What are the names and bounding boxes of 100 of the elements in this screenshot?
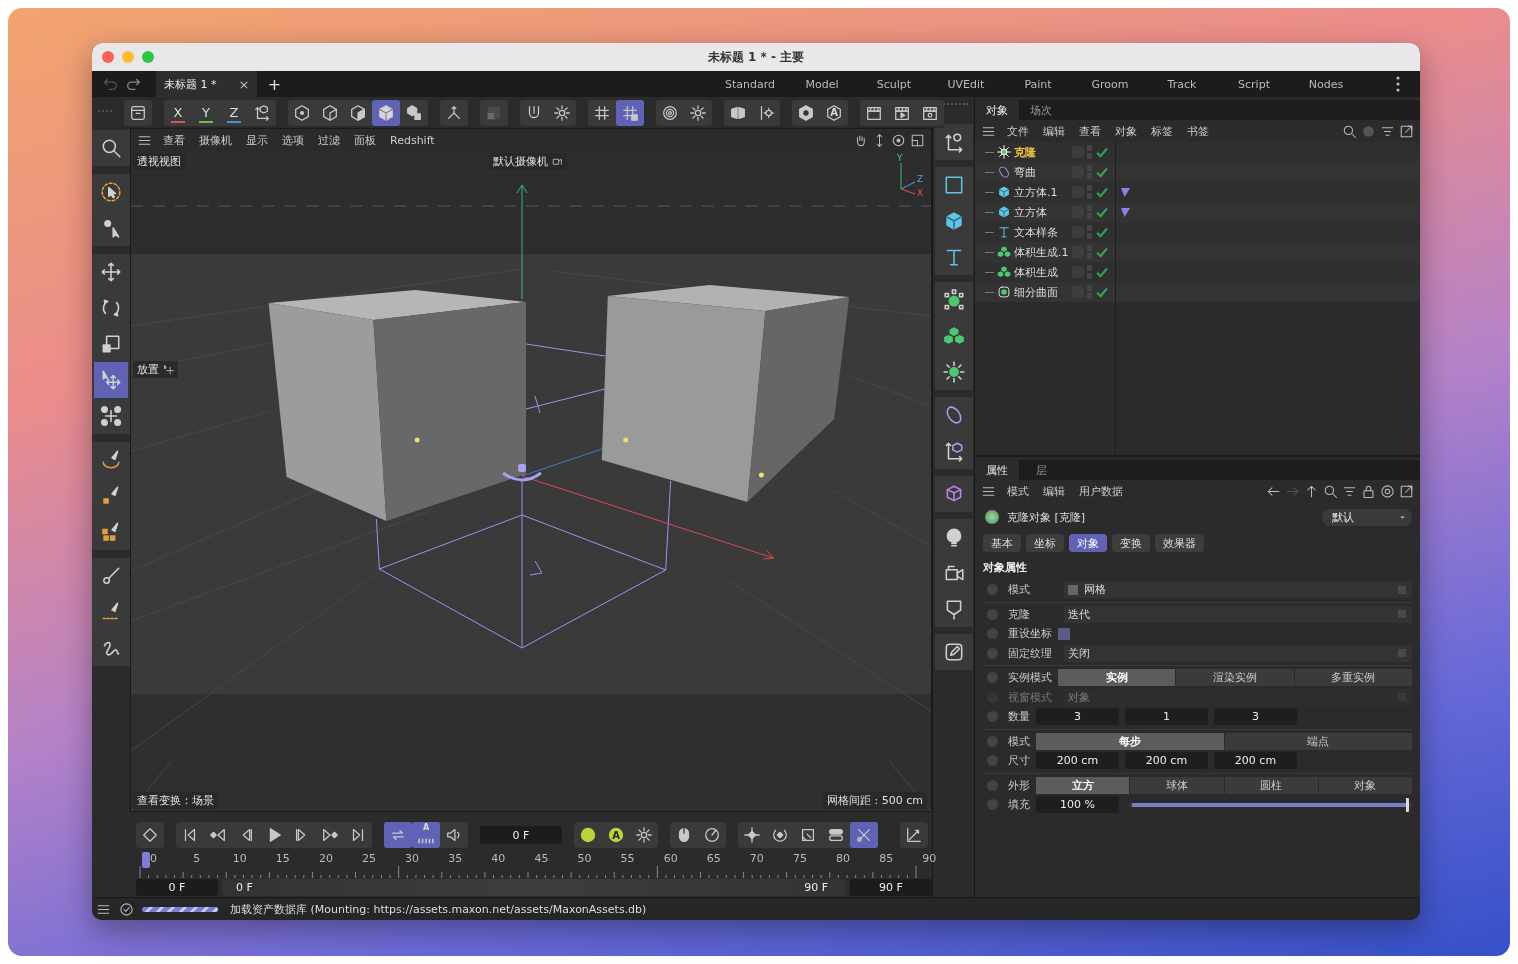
viewport-menu-item[interactable]: 过滤 [315, 132, 343, 148]
panel-tab[interactable]: 场次 [1019, 100, 1063, 120]
number-field[interactable]: 200 cm [1214, 752, 1297, 770]
segment-option[interactable]: 圆柱 [1224, 776, 1318, 794]
number-field[interactable]: 3 [1036, 708, 1119, 726]
property-label: 重设坐标 [1008, 626, 1052, 642]
segment-option[interactable]: 每步 [1036, 732, 1224, 750]
camera-name[interactable]: 默认摄像机 [493, 154, 548, 169]
object-menu-item[interactable]: 编辑 [1040, 123, 1068, 139]
segment-option[interactable]: 渲染实例 [1176, 669, 1294, 687]
attribute-page-tab[interactable]: 变换 [1112, 534, 1150, 552]
object-menu-item[interactable]: 标签 [1148, 123, 1176, 139]
property-label: 尺寸 [1008, 753, 1030, 769]
object-menu-item[interactable]: 书签 [1184, 123, 1212, 139]
number-field[interactable]: 3 [1214, 708, 1297, 726]
section-title: 对象属性 [983, 560, 1028, 576]
preset-dropdown[interactable]: 默认 [1322, 508, 1412, 526]
ruler-label: 60 [663, 852, 678, 865]
viewport-menu-item[interactable]: 查看 [160, 132, 188, 148]
ruler-label: 90 [922, 852, 937, 865]
attribute-page-tab[interactable]: 基本 [983, 534, 1021, 552]
segment-option[interactable]: 多重实例 [1294, 669, 1412, 687]
property-label: 固定纹理 [1008, 645, 1053, 661]
axis-letter-button[interactable]: Z [220, 99, 248, 126]
ruler-label: 50 [577, 852, 592, 865]
document-tab[interactable]: 未标题 1 * × [156, 71, 258, 97]
object-name[interactable]: 体积生成 [1014, 264, 1069, 280]
property-dropdown[interactable]: 网格 [1064, 581, 1412, 599]
current-frame-field[interactable]: 0 F [480, 826, 562, 844]
camera-label[interactable]: 默认摄像机 [489, 153, 567, 170]
attribute-menu-item[interactable]: 模式 [1004, 483, 1032, 499]
range-start-label: 0 F [236, 880, 253, 894]
property-label: 模式 [1008, 733, 1030, 749]
view-name-label: 透视视图 [133, 153, 185, 170]
close-tab-button[interactable]: × [238, 76, 250, 92]
panel-tab[interactable]: 层 [1019, 460, 1063, 480]
property-dropdown[interactable]: 关闭 [1064, 644, 1412, 662]
layout-tab[interactable]: Script [1218, 77, 1290, 91]
object-menu-item[interactable]: 对象 [1112, 123, 1140, 139]
axis-letter-button[interactable]: Y [192, 99, 220, 126]
segment-option[interactable]: 端点 [1224, 732, 1412, 750]
layout-tab[interactable]: Paint [1002, 77, 1074, 91]
layout-tab[interactable]: Standard [714, 77, 786, 91]
attribute-page-tab[interactable]: 效果器 [1155, 534, 1204, 552]
hexagon-button[interactable]: A [820, 99, 848, 126]
object-name[interactable]: 弯曲 [1014, 164, 1069, 180]
layout-tab[interactable]: Track [1146, 77, 1218, 91]
object-name[interactable]: 立方体.1 [1014, 184, 1069, 200]
layout-tab[interactable]: UVEdit [930, 77, 1002, 91]
object-menu-item[interactable]: 文件 [1004, 123, 1032, 139]
ruler-label: 80 [836, 852, 851, 865]
viewport-menu-item[interactable]: 选项 [279, 132, 307, 148]
segment-option[interactable]: 实例 [1058, 669, 1176, 687]
tool-hint-label: 放置 [137, 362, 159, 377]
object-menu-item[interactable]: 查看 [1076, 123, 1104, 139]
object-title: 克隆对象 [克隆] [1007, 509, 1086, 525]
ruler-label: 85 [879, 852, 894, 865]
segment-option[interactable]: 对象 [1318, 776, 1412, 794]
number-field[interactable]: 200 cm [1036, 752, 1119, 770]
layout-tab[interactable]: Nodes [1290, 77, 1362, 91]
end-frame-field[interactable]: 90 F [850, 878, 932, 896]
number-field[interactable]: 200 cm [1125, 752, 1208, 770]
attribute-menu-item[interactable]: 编辑 [1040, 483, 1068, 499]
grid-spacing-info: 网格间距 : 500 cm [823, 792, 927, 809]
segment-option[interactable]: 立方 [1036, 776, 1130, 794]
segment-option[interactable]: 球体 [1130, 776, 1224, 794]
property-label: 填充 [1008, 797, 1030, 813]
number-field[interactable]: 100 % [1036, 796, 1119, 814]
attribute-menu-item[interactable]: 用户数据 [1076, 483, 1126, 499]
attribute-page-tab[interactable]: 对象 [1069, 534, 1107, 552]
number-field[interactable]: 1 [1125, 708, 1208, 726]
bars-button[interactable]: A [412, 822, 440, 848]
property-dropdown[interactable]: 迭代 [1064, 605, 1412, 623]
attribute-page-tab[interactable]: 坐标 [1026, 534, 1064, 552]
property-label: 实例模式 [1008, 670, 1052, 686]
viewport-menu-item[interactable]: 摄像机 [196, 132, 235, 148]
viewport-menu-item[interactable]: Redshift [387, 133, 438, 147]
layout-tab[interactable]: Sculpt [858, 77, 930, 91]
viewport-canvas[interactable]: 透视视图 默认摄像机 Y Z X 放置 查看变换：场景 网格间距 : 500 cm [131, 151, 931, 811]
panel-tab[interactable]: 属性 [975, 460, 1019, 480]
ruler-label: 0 [150, 852, 158, 865]
window-title: 未标题 1 * - 主要 [707, 48, 805, 66]
object-name[interactable]: 细分曲面 [1014, 284, 1069, 300]
lime-circle-button[interactable]: A [602, 822, 630, 848]
layout-tab[interactable]: Groom [1074, 77, 1146, 91]
property-label: 数量 [1008, 709, 1030, 725]
object-name[interactable]: 立方体 [1014, 204, 1069, 220]
start-frame-field[interactable]: 0 F [136, 878, 218, 896]
document-tab-label[interactable]: 未标题 1 * [164, 76, 217, 92]
axis-letter-button[interactable]: X [164, 99, 192, 126]
layout-tab[interactable]: Model [786, 77, 858, 91]
object-name[interactable]: 体积生成.1 [1014, 244, 1069, 260]
viewport-menu-item[interactable]: 面板 [351, 132, 379, 148]
object-name[interactable]: 克隆 [1014, 144, 1069, 160]
ruler-label: 35 [448, 852, 463, 865]
object-name[interactable]: 文本样条 [1014, 224, 1069, 240]
new-tab-button[interactable]: + [265, 74, 284, 94]
property-label: 视窗模式 [1008, 689, 1053, 705]
viewport-menu-item[interactable]: 显示 [243, 132, 271, 148]
panel-tab[interactable]: 对象 [975, 100, 1019, 120]
